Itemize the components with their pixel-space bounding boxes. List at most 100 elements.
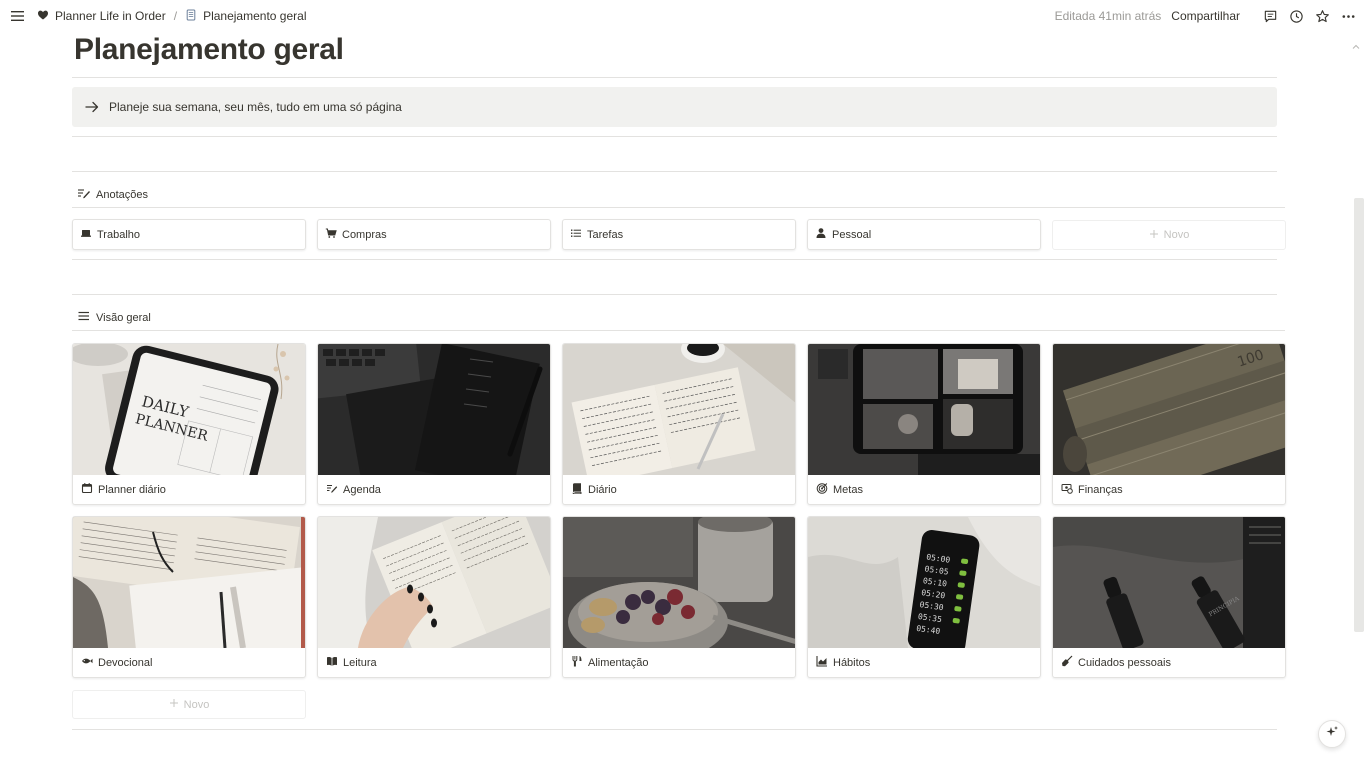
note-card-label: Trabalho [97, 228, 141, 241]
chart-icon [816, 655, 828, 670]
cover-image [318, 344, 550, 475]
star-icon[interactable] [1314, 8, 1330, 24]
divider [72, 207, 1285, 208]
clock-icon[interactable] [1288, 8, 1304, 24]
note-card-label: Tarefas [587, 228, 624, 241]
lines-icon [77, 309, 91, 326]
last-edited-text: Editada 41min atrás [1054, 9, 1162, 23]
card-label: Devocional [81, 655, 152, 670]
note-card-tarefas[interactable]: Tarefas [562, 219, 796, 250]
gallery-card-diario[interactable]: Diário [562, 343, 796, 505]
gallery-card-devocional[interactable]: Devocional [72, 516, 306, 678]
plus-icon [169, 698, 179, 711]
section-heading-label: Visão geral [96, 311, 151, 324]
new-button-label: Novo [183, 698, 210, 711]
divider [72, 136, 1277, 137]
card-label: Planner diário [81, 482, 166, 497]
heart-icon [37, 9, 49, 24]
open-book-icon [326, 655, 338, 670]
notes-new-button[interactable]: Novo [1052, 220, 1286, 250]
card-title: Cuidados pessoais [1078, 656, 1171, 669]
cover-image [563, 517, 795, 648]
note-card-pessoal[interactable]: Pessoal [807, 219, 1041, 250]
overview-new-button[interactable]: Novo [72, 690, 306, 719]
gallery-card-leitura[interactable]: Leitura [317, 516, 551, 678]
new-button-label: Novo [1163, 229, 1190, 241]
top-bar: Planner Life in Order / Planejamento ger… [0, 0, 1366, 32]
card-title: Devocional [98, 656, 153, 669]
ai-assistant-button[interactable] [1318, 720, 1346, 748]
section-heading-label: Anotações [96, 188, 148, 201]
cart-icon [325, 227, 337, 242]
note-card-trabalho[interactable]: Trabalho [72, 219, 306, 250]
card-title: Finanças [1078, 483, 1123, 496]
cover-image: PRINCIPIA [1053, 517, 1285, 648]
cover-image: DAILY PLANNER [73, 344, 305, 475]
more-icon[interactable] [1340, 8, 1356, 24]
card-title: Metas [833, 483, 863, 496]
breadcrumb-item-page[interactable]: Planejamento geral [185, 8, 306, 24]
card-title: Agenda [343, 483, 381, 496]
card-label: Metas [816, 482, 863, 497]
card-title: Planner diário [98, 483, 166, 496]
note-card-compras[interactable]: Compras [317, 219, 551, 250]
cover-image: 05:00 05:05 05:10 05:20 05:30 05:35 05:40 [808, 517, 1040, 648]
card-title: Hábitos [833, 656, 871, 669]
calendar-icon [81, 482, 93, 497]
hamburger-icon[interactable] [10, 8, 26, 24]
divider [72, 259, 1277, 260]
fish-icon [81, 655, 93, 670]
money-icon [1061, 482, 1073, 497]
note-card-label: Compras [342, 228, 387, 241]
breadcrumb-label: Planner Life in Order [55, 9, 166, 23]
gallery-card-planner-diario[interactable]: DAILY PLANNER Planner diário [72, 343, 306, 505]
card-title: Alimentação [588, 656, 649, 669]
section-heading-notes[interactable]: Anotações [77, 186, 148, 203]
divider [72, 294, 1277, 295]
page-icon [185, 9, 197, 24]
card-label: Agenda [326, 482, 381, 497]
divider [72, 171, 1277, 172]
section-heading-overview[interactable]: Visão geral [77, 309, 151, 326]
gallery-card-financas[interactable]: 100 Finanças [1052, 343, 1286, 505]
pencil-lines-icon [326, 482, 338, 497]
gallery-card-alimentacao[interactable]: Alimentação [562, 516, 796, 678]
cover-image [73, 517, 305, 648]
list-icon [570, 227, 582, 242]
card-label: Leitura [326, 655, 377, 670]
card-title: Diário [588, 483, 617, 496]
scroll-up-arrow[interactable] [1352, 38, 1360, 49]
page-title: Planejamento geral [74, 33, 344, 66]
card-label: Diário [571, 482, 617, 497]
utensils-icon [571, 655, 583, 670]
plus-icon [1149, 229, 1159, 242]
card-label: Alimentação [571, 655, 649, 670]
callout: Planeje sua semana, seu mês, tudo em uma… [72, 87, 1277, 127]
note-card-label: Pessoal [832, 228, 872, 241]
cover-image [563, 344, 795, 475]
divider [72, 77, 1277, 78]
card-label: Finanças [1061, 482, 1123, 497]
comment-icon[interactable] [1262, 8, 1278, 24]
breadcrumb-label: Planejamento geral [203, 9, 307, 23]
sparkle-icon [1325, 725, 1339, 744]
target-icon [816, 482, 828, 497]
cover-image [808, 344, 1040, 475]
divider [72, 729, 1277, 730]
gallery-card-agenda[interactable]: Agenda [317, 343, 551, 505]
gallery-card-cuidados-pessoais[interactable]: PRINCIPIA Cuidados pessoais [1052, 516, 1286, 678]
scrollbar-thumb[interactable] [1354, 198, 1364, 632]
breadcrumb-item-workspace[interactable]: Planner Life in Order [37, 8, 166, 24]
cover-image [318, 517, 550, 648]
share-button[interactable]: Compartilhar [1171, 9, 1240, 23]
card-label: Cuidados pessoais [1061, 655, 1171, 670]
laptop-icon [80, 227, 92, 242]
person-icon [815, 227, 827, 242]
cover-image: 100 [1053, 344, 1285, 475]
arrow-right-icon [84, 99, 100, 115]
gallery-card-metas[interactable]: Metas [807, 343, 1041, 505]
gallery-card-habitos[interactable]: 05:00 05:05 05:10 05:20 05:30 05:35 05:40 Hábi… [807, 516, 1041, 678]
broom-icon [1061, 655, 1073, 670]
card-label: Hábitos [816, 655, 870, 670]
topbar-actions: Editada 41min atrás Compartilhar [1055, 6, 1356, 26]
